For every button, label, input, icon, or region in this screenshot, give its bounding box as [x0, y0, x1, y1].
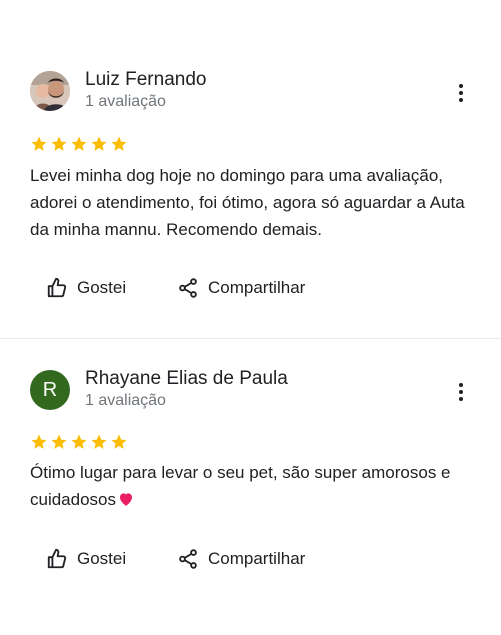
share-button[interactable]: Compartilhar: [177, 548, 305, 570]
star-icon: [31, 136, 47, 151]
share-icon: [179, 278, 197, 298]
star-icon: [51, 136, 67, 151]
review-count: 1 avaliação: [85, 392, 166, 409]
share-label: Compartilhar: [208, 549, 306, 568]
share-button[interactable]: Compartilhar: [177, 277, 305, 299]
like-button[interactable]: Gostei: [46, 277, 126, 299]
reviewer-name[interactable]: Rhayane Elias de Paula: [85, 368, 288, 390]
review-card: R Rhayane Elias de Paula 1 avaliação Óti…: [0, 339, 501, 635]
more-options-icon[interactable]: [452, 381, 470, 403]
share-icon: [179, 549, 197, 569]
thumbs-up-icon: [47, 548, 67, 569]
star-icon: [71, 136, 87, 151]
like-label: Gostei: [77, 549, 127, 568]
more-options-icon[interactable]: [452, 82, 470, 104]
reviewer-avatar[interactable]: [30, 71, 70, 111]
star-icon: [31, 434, 47, 449]
review-count: 1 avaliação: [85, 93, 166, 110]
avatar-letter: R: [42, 378, 58, 401]
thumbs-up-icon: [47, 277, 67, 298]
star-icon: [111, 434, 127, 449]
review-text-content: Ótimo lugar para levar o seu pet, são su…: [30, 463, 451, 509]
star-rating: [30, 433, 128, 451]
like-button[interactable]: Gostei: [46, 548, 126, 570]
like-label: Gostei: [77, 278, 127, 297]
review-text: Ótimo lugar para levar o seu pet, são su…: [30, 459, 476, 513]
person-photo-icon: [30, 71, 70, 111]
star-icon: [51, 434, 67, 449]
heart-emoji-icon: [120, 493, 133, 506]
reviewer-name[interactable]: Luiz Fernando: [85, 69, 206, 91]
star-icon: [91, 136, 107, 151]
review-text: Levei minha dog hoje no domingo para uma…: [30, 166, 465, 239]
review-card: Luiz Fernando 1 avaliação Levei minha do…: [0, 0, 501, 338]
star-icon: [111, 136, 127, 151]
star-rating: [30, 135, 128, 153]
share-label: Compartilhar: [208, 278, 306, 297]
star-icon: [71, 434, 87, 449]
star-icon: [91, 434, 107, 449]
reviewer-avatar[interactable]: R: [30, 370, 70, 410]
